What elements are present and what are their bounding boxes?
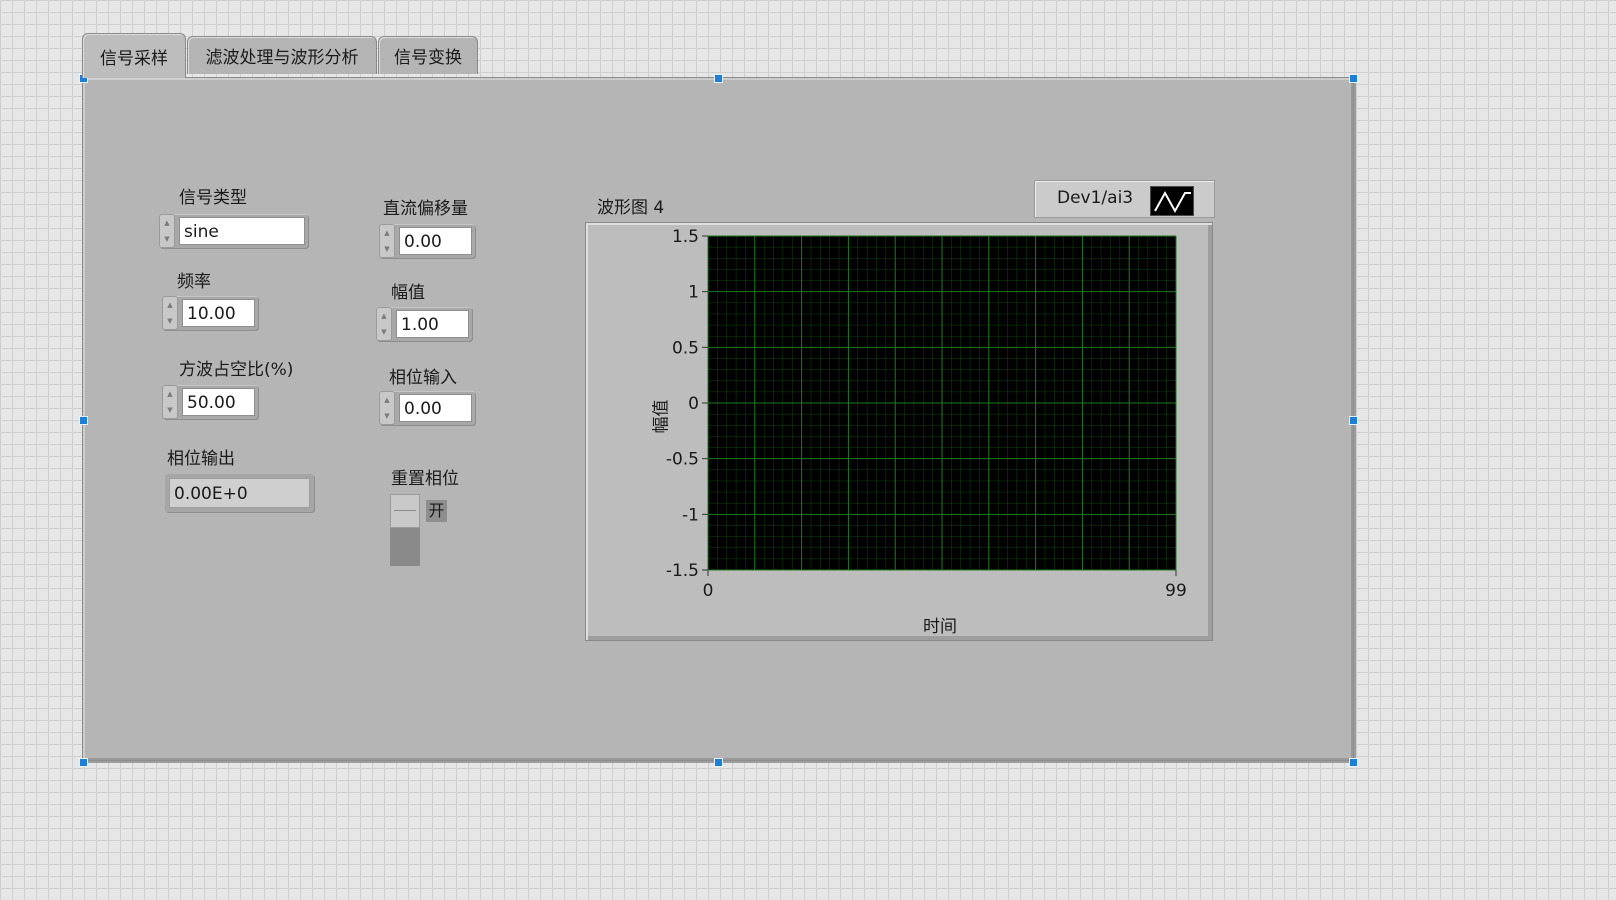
plot-area[interactable]: 1.510.50-0.5-1-1.50 99 xyxy=(620,222,1187,682)
plot-legend[interactable]: Dev1/ai3 xyxy=(1034,180,1215,218)
phase-in-label: 相位输入 xyxy=(389,368,457,388)
chart-title: 波形图 4 xyxy=(597,198,665,218)
resize-handle-mr[interactable] xyxy=(1349,416,1358,425)
spin-icon[interactable]: ▲ ▼ xyxy=(379,224,395,258)
frequency-label: 频率 xyxy=(177,272,211,292)
y-tick-label: -1.5 xyxy=(666,561,699,581)
amplitude-value[interactable]: 1.00 xyxy=(396,310,469,338)
y-tick-label: -0.5 xyxy=(666,450,699,470)
x-tick-label: 99 xyxy=(1165,581,1187,601)
dc-offset-value[interactable]: 0.00 xyxy=(399,227,472,255)
spin-icon[interactable]: ▲ ▼ xyxy=(162,296,178,330)
x-axis-label: 时间 xyxy=(923,617,957,637)
resize-handle-tr[interactable] xyxy=(1349,74,1358,83)
phase-out-indicator: 0.00E+0 xyxy=(165,474,314,512)
reset-phase-label: 重置相位 xyxy=(391,469,459,489)
signal-type-value[interactable]: sine xyxy=(179,217,305,245)
spin-icon[interactable]: ▲ ▼ xyxy=(376,307,392,341)
dc-offset-label: 直流偏移量 xyxy=(383,199,468,219)
spin-icon[interactable]: ▲ ▼ xyxy=(159,214,175,248)
resize-handle-br[interactable] xyxy=(1349,758,1358,767)
spin-icon[interactable]: ▲ ▼ xyxy=(379,391,395,425)
resize-handle-bm[interactable] xyxy=(714,758,723,767)
tab-signal-transform[interactable]: 信号变换 xyxy=(378,36,478,74)
tab-signal-sampling[interactable]: 信号采样 xyxy=(82,33,186,78)
switch-lever[interactable] xyxy=(390,494,420,528)
spin-icon[interactable]: ▲ ▼ xyxy=(162,385,178,419)
amplitude-control[interactable]: ▲ ▼ 1.00 xyxy=(376,307,472,341)
duty-cycle-value[interactable]: 50.00 xyxy=(182,388,255,416)
signal-type-label: 信号类型 xyxy=(179,188,247,208)
dc-offset-control[interactable]: ▲ ▼ 0.00 xyxy=(379,224,475,258)
y-tick-label: 0 xyxy=(688,394,699,414)
plot-grid xyxy=(707,235,1177,571)
reset-phase-switch[interactable] xyxy=(390,494,420,566)
resize-handle-tm[interactable] xyxy=(714,74,723,83)
tab-label: 信号变换 xyxy=(394,48,462,68)
y-tick-label: 1 xyxy=(688,283,699,303)
phase-out-value: 0.00E+0 xyxy=(169,478,310,508)
legend-label: Dev1/ai3 xyxy=(1057,188,1134,208)
tab-label: 滤波处理与波形分析 xyxy=(205,48,359,68)
y-tick-label: -1 xyxy=(682,505,699,525)
tab-filter-analysis[interactable]: 滤波处理与波形分析 xyxy=(187,36,377,74)
phase-in-control[interactable]: ▲ ▼ 0.00 xyxy=(379,391,475,425)
switch-base xyxy=(390,528,420,566)
x-tick-label: 0 xyxy=(703,581,714,601)
signal-type-ring[interactable]: ▲ ▼ sine xyxy=(159,214,308,248)
line-swatch-icon xyxy=(1150,186,1194,216)
resize-handle-bl[interactable] xyxy=(79,758,88,767)
y-tick-label: 1.5 xyxy=(672,227,699,247)
tab-label: 信号采样 xyxy=(100,48,168,69)
phase-out-label: 相位输出 xyxy=(167,449,235,469)
frequency-control[interactable]: ▲ ▼ 10.00 xyxy=(162,296,258,330)
switch-on-label: 开 xyxy=(426,500,447,522)
phase-in-value[interactable]: 0.00 xyxy=(399,394,472,422)
duty-cycle-control[interactable]: ▲ ▼ 50.00 xyxy=(162,385,258,419)
y-axis-label: 幅值 xyxy=(651,399,672,434)
resize-handle-ml[interactable] xyxy=(79,416,88,425)
frequency-value[interactable]: 10.00 xyxy=(182,299,255,327)
duty-cycle-label: 方波占空比(%) xyxy=(179,360,294,380)
amplitude-label: 幅值 xyxy=(391,283,425,303)
y-tick-label: 0.5 xyxy=(672,338,699,358)
